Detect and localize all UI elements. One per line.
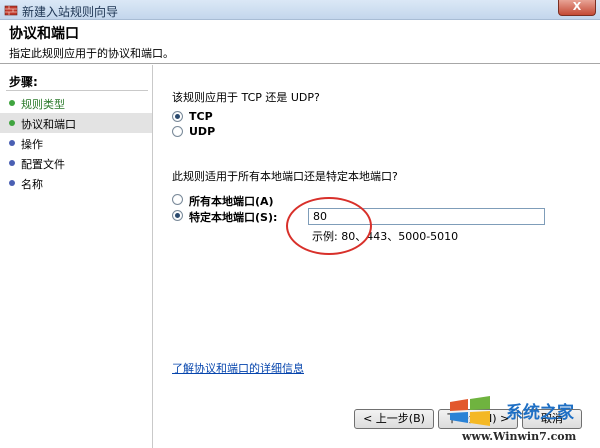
step-label: 操作 [21,138,43,151]
highlight-circle-annotation [286,197,372,255]
step-profile[interactable]: 配置文件 [0,153,152,173]
wizard-header: 协议和端口 指定此规则应用于的协议和端口。 [0,20,600,64]
radio-tcp-label: TCP [189,110,213,123]
step-label: 配置文件 [21,158,65,171]
radio-udp-label: UDP [189,125,216,138]
watermark-url: www.Winwin7.com [462,430,577,443]
radio-all-ports-label: 所有本地端口(A) [189,195,274,208]
protocol-question: 该规则应用于 TCP 还是 UDP? [172,91,320,104]
step-label: 规则类型 [21,98,65,111]
windows-logo-icon [450,396,490,426]
page-title: 协议和端口 [9,26,79,42]
radio-specific-ports-indicator[interactable] [172,210,183,221]
main-panel: 该规则应用于 TCP 还是 UDP? TCP UDP 此规则适用于所有本地端口还… [154,65,600,448]
radio-tcp-indicator[interactable] [172,111,183,122]
step-name[interactable]: 名称 [0,173,152,193]
radio-all-ports-indicator[interactable] [172,194,183,205]
step-action[interactable]: 操作 [0,133,152,153]
page-subtitle: 指定此规则应用于的协议和端口。 [9,47,174,60]
watermark-name: 系统之家 [506,403,574,423]
steps-sidebar: 步骤: 规则类型 协议和端口 操作 配置文件 名称 [0,65,153,448]
step-label: 协议和端口 [21,118,76,131]
radio-udp-indicator[interactable] [172,126,183,137]
step-pending-dot-icon [9,140,15,146]
step-rule-type[interactable]: 规则类型 [0,93,152,113]
firewall-wizard-icon [4,5,18,16]
back-button[interactable]: < 上一步(B) [354,409,434,429]
radio-specific-ports-label: 特定本地端口(S): [189,211,278,224]
step-current-dot-icon [9,120,15,126]
steps-divider [6,90,148,91]
step-label: 名称 [21,178,43,191]
help-link[interactable]: 了解协议和端口的详细信息 [172,360,304,376]
steps-label: 步骤: [9,75,38,89]
step-pending-dot-icon [9,160,15,166]
site-watermark: 系统之家 www.Winwin7.com [440,392,600,448]
step-complete-dot-icon [9,100,15,106]
close-button[interactable]: X [558,0,596,16]
window-title: 新建入站规则向导 [22,5,119,19]
port-question: 此规则适用于所有本地端口还是特定本地端口? [172,170,398,183]
title-bar: 新建入站规则向导 X [0,0,600,20]
step-protocol-ports[interactable]: 协议和端口 [0,113,152,133]
step-pending-dot-icon [9,180,15,186]
